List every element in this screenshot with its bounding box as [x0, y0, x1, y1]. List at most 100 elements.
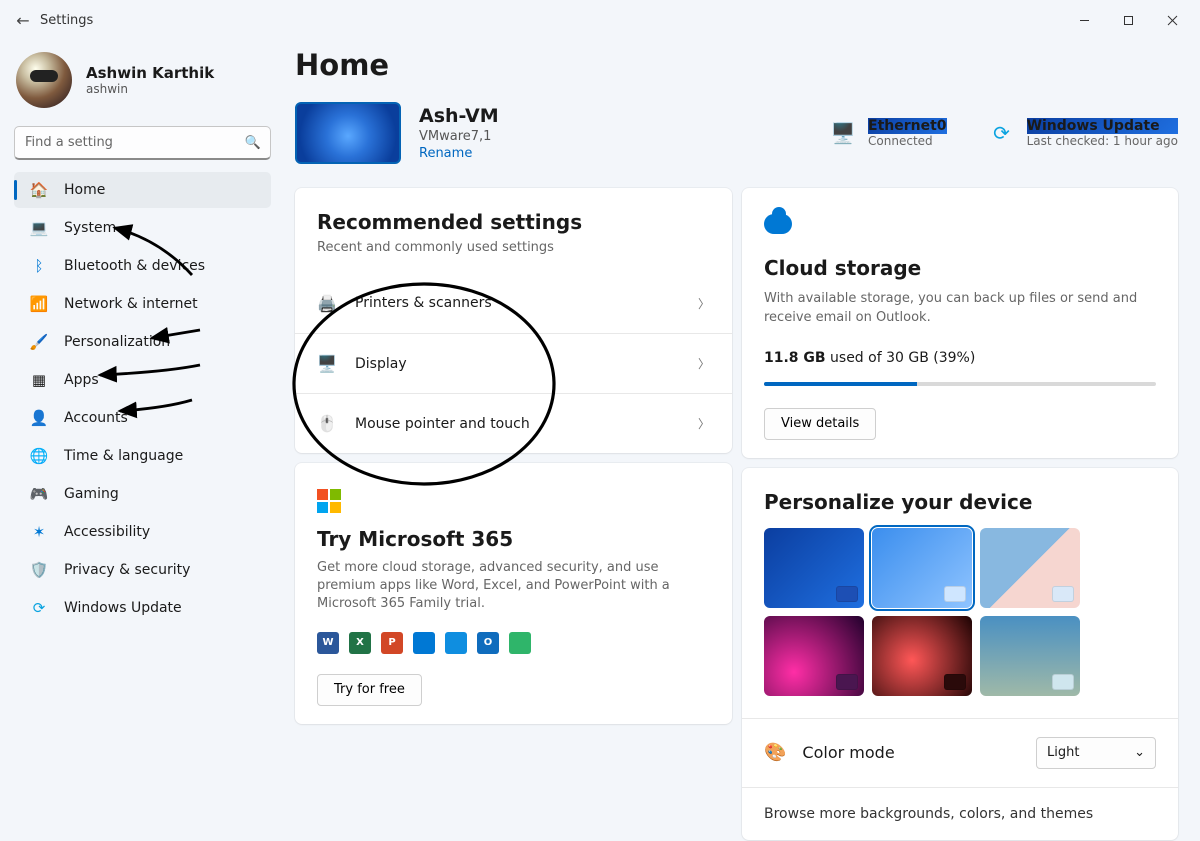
- rename-link[interactable]: Rename: [419, 146, 499, 161]
- sidebar-item-label: Time & language: [64, 448, 183, 464]
- sidebar-item-system[interactable]: 💻 System: [14, 210, 271, 246]
- try-for-free-button[interactable]: Try for free: [317, 674, 422, 706]
- search-wrap: 🔍: [14, 126, 271, 160]
- maximize-button[interactable]: [1106, 4, 1150, 36]
- content: Home Ash-VM VMware7,1 Rename 🖥️ Ethernet…: [285, 40, 1200, 841]
- browse-themes-link[interactable]: Browse more backgrounds, colors, and the…: [742, 787, 1178, 840]
- page-title: Home: [295, 48, 1178, 82]
- color-mode-label: Color mode: [802, 743, 894, 762]
- network-status[interactable]: 🖥️ Ethernet0 Connected: [830, 118, 947, 148]
- sidebar: Ashwin Karthik ashwin 🔍 🏠 Home 💻 System ᛒBlu…: [0, 40, 285, 841]
- color-mode-dropdown[interactable]: Light ⌄: [1036, 737, 1156, 769]
- time-language-icon: 🌐: [28, 445, 50, 467]
- m365-apps-row: WXPO: [317, 632, 710, 654]
- theme-option-6[interactable]: [980, 616, 1080, 696]
- close-button[interactable]: [1150, 4, 1194, 36]
- sidebar-item-privacy-security[interactable]: 🛡️ Privacy & security: [14, 552, 271, 588]
- sidebar-item-windows-update[interactable]: ⟳ Windows Update: [14, 590, 271, 626]
- update-sub: Last checked: 1 hour ago: [1027, 134, 1178, 148]
- theme-option-2[interactable]: [872, 528, 972, 608]
- personalize-title: Personalize your device: [764, 490, 1156, 514]
- device-thumbnail[interactable]: [295, 102, 401, 164]
- recommended-item-label: Printers & scanners: [355, 295, 698, 311]
- theme-chip: [944, 674, 966, 690]
- storage-progress-bar: [764, 382, 1156, 386]
- printer-icon: 🖨️: [317, 294, 339, 313]
- sidebar-item-label: Network & internet: [64, 296, 198, 312]
- privacy-security-icon: 🛡️: [28, 559, 50, 581]
- pointer-icon: 🖱️: [317, 414, 339, 433]
- window-title: Settings: [40, 13, 93, 28]
- app-powerpoint-icon: P: [381, 632, 403, 654]
- app-outlook-icon: O: [477, 632, 499, 654]
- bluetooth-devices-icon: ᛒ: [28, 255, 50, 277]
- system-icon: 💻: [28, 217, 50, 239]
- accessibility-icon: ✶: [28, 521, 50, 543]
- sidebar-item-label: Windows Update: [64, 600, 182, 616]
- device-name: Ash-VM: [419, 105, 499, 127]
- color-mode-value: Light: [1047, 745, 1079, 760]
- nav-list: 🏠 Home 💻 System ᛒBluetooth & devices📶Network…: [14, 172, 271, 626]
- sidebar-item-personalization[interactable]: 🖌️Personalization: [14, 324, 271, 360]
- cloud-used-rest: used of 30 GB (39%): [826, 350, 976, 366]
- recommended-item-label: Display: [355, 356, 698, 372]
- app-onedrive-icon: [445, 632, 467, 654]
- search-icon: 🔍: [245, 136, 261, 151]
- cloud-used-gb: 11.8 GB: [764, 350, 826, 366]
- theme-option-4[interactable]: [764, 616, 864, 696]
- update-title: Windows Update: [1027, 118, 1178, 134]
- home-icon: 🏠: [28, 179, 50, 201]
- apps-icon: ▦: [28, 369, 50, 391]
- theme-option-1[interactable]: [764, 528, 864, 608]
- sidebar-item-label: Personalization: [64, 334, 170, 350]
- theme-chip: [836, 586, 858, 602]
- recommended-item-mouse-pointer-and-touch[interactable]: 🖱️ Mouse pointer and touch〉: [295, 393, 732, 453]
- theme-option-3[interactable]: [980, 528, 1080, 608]
- chevron-right-icon: 〉: [698, 355, 710, 372]
- network-sub: Connected: [868, 134, 947, 148]
- recommended-item-printers-scanners[interactable]: 🖨️Printers & scanners〉: [295, 273, 732, 333]
- recommended-item-display[interactable]: 🖥️ Display〉: [295, 333, 732, 393]
- sidebar-item-label: Apps: [64, 372, 99, 388]
- cloud-desc: With available storage, you can back up …: [764, 290, 1156, 328]
- sidebar-item-home[interactable]: 🏠 Home: [14, 172, 271, 208]
- gaming-icon: 🎮: [28, 483, 50, 505]
- m365-desc: Get more cloud storage, advanced securit…: [317, 559, 710, 614]
- sidebar-item-label: Privacy & security: [64, 562, 190, 578]
- sidebar-item-accessibility[interactable]: ✶ Accessibility: [14, 514, 271, 550]
- network-title: Ethernet0: [868, 118, 947, 134]
- sidebar-item-accounts[interactable]: 👤Accounts: [14, 400, 271, 436]
- sidebar-item-bluetooth-devices[interactable]: ᛒBluetooth & devices: [14, 248, 271, 284]
- sidebar-item-network-internet[interactable]: 📶Network & internet: [14, 286, 271, 322]
- cloud-storage-card: Cloud storage With available storage, yo…: [742, 188, 1178, 458]
- minimize-button[interactable]: [1062, 4, 1106, 36]
- palette-icon: 🎨: [764, 742, 786, 763]
- sidebar-item-apps[interactable]: ▦ Apps: [14, 362, 271, 398]
- sidebar-item-time-language[interactable]: 🌐 Time & language: [14, 438, 271, 474]
- update-status[interactable]: ⟳ Windows Update Last checked: 1 hour ag…: [989, 118, 1178, 148]
- theme-chip: [1052, 674, 1074, 690]
- sidebar-item-label: System: [64, 220, 116, 236]
- user-profile[interactable]: Ashwin Karthik ashwin: [14, 52, 271, 108]
- m365-card: Try Microsoft 365 Get more cloud storage…: [295, 463, 732, 724]
- view-details-button[interactable]: View details: [764, 408, 876, 440]
- display-icon: 🖥️: [317, 354, 339, 373]
- sidebar-item-gaming[interactable]: 🎮Gaming: [14, 476, 271, 512]
- chevron-down-icon: ⌄: [1134, 745, 1145, 760]
- theme-chip: [836, 674, 858, 690]
- sidebar-item-label: Home: [64, 182, 105, 198]
- sidebar-item-label: Accessibility: [64, 524, 150, 540]
- update-icon: ⟳: [989, 120, 1015, 146]
- theme-option-5[interactable]: [872, 616, 972, 696]
- device-model: VMware7,1: [419, 129, 499, 144]
- chevron-right-icon: 〉: [698, 415, 710, 432]
- cloud-icon: [764, 214, 792, 234]
- windows-update-icon: ⟳: [28, 597, 50, 619]
- device-header: Ash-VM VMware7,1 Rename 🖥️ Ethernet0 Con…: [295, 102, 1178, 164]
- recommended-item-label: Mouse pointer and touch: [355, 416, 698, 432]
- search-input[interactable]: [14, 126, 271, 160]
- recommended-settings-card: Recommended settings Recent and commonly…: [295, 188, 732, 453]
- back-button[interactable]: ←: [6, 11, 40, 30]
- theme-chip: [944, 586, 966, 602]
- titlebar: ← Settings: [0, 0, 1200, 40]
